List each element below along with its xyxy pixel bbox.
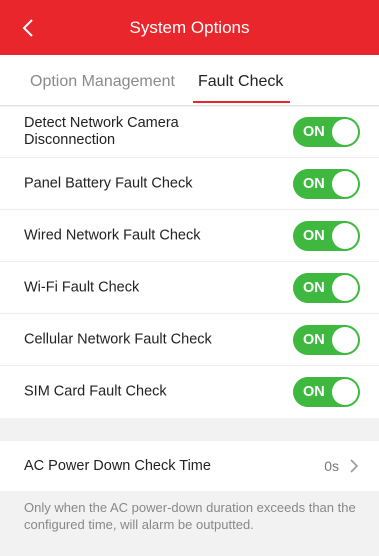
wired-network-toggle[interactable]: ON (293, 220, 360, 251)
camera-disconnection-toggle[interactable]: ON (293, 117, 360, 147)
list-item: Wi-Fi Fault Check ON (0, 262, 379, 314)
toggle-knob (332, 379, 358, 405)
fault-check-label: SIM Card Fault Check (24, 383, 167, 400)
list-item: Wired Network Fault Check ON (0, 210, 379, 262)
toggle-state-text: ON (303, 279, 325, 296)
cellular-network-toggle[interactable]: ON (293, 324, 360, 355)
header-bar: System Options (0, 0, 379, 55)
list-item: Panel Battery Fault Check ON (0, 158, 379, 210)
ac-power-value: 0s (324, 458, 339, 474)
fault-check-list: Detect Network Camera Disconnection ON P… (0, 107, 379, 418)
fault-check-label: Detect Network Camera Disconnection (24, 115, 179, 148)
tab-option-management[interactable]: Option Management (30, 55, 175, 105)
sim-card-toggle[interactable]: ON (293, 377, 360, 407)
active-tab-indicator (193, 101, 290, 103)
fault-check-label: Cellular Network Fault Check (24, 331, 212, 347)
toggle-knob (332, 274, 358, 301)
toggle-knob (332, 170, 358, 197)
wifi-fault-toggle[interactable]: ON (293, 272, 360, 303)
panel-battery-toggle[interactable]: ON (293, 168, 360, 199)
list-item: Cellular Network Fault Check ON (0, 314, 379, 366)
toggle-state-text: ON (303, 175, 325, 192)
ac-power-down-check-time-row[interactable]: AC Power Down Check Time 0s (0, 441, 379, 491)
fault-check-label: Wired Network Fault Check (24, 227, 201, 243)
toggle-knob (332, 326, 358, 353)
fault-check-label: Panel Battery Fault Check (24, 175, 193, 191)
toggle-knob (332, 119, 358, 145)
tab-bar: Option Management Fault Check (0, 55, 379, 106)
fault-check-label: Wi-Fi Fault Check (24, 279, 140, 295)
list-item: SIM Card Fault Check ON (0, 366, 379, 418)
tab-fault-check[interactable]: Fault Check (198, 55, 283, 105)
toggle-state-text: ON (303, 331, 325, 348)
chevron-left-icon (22, 18, 33, 37)
toggle-knob (332, 222, 358, 249)
toggle-state-text: ON (303, 124, 325, 140)
toggle-state-text: ON (303, 384, 325, 400)
back-button[interactable] (6, 0, 50, 55)
ac-power-label: AC Power Down Check Time (24, 458, 211, 474)
toggle-state-text: ON (303, 227, 325, 244)
list-item: Detect Network Camera Disconnection ON (0, 107, 379, 158)
chevron-right-icon (350, 459, 359, 473)
page-title: System Options (129, 18, 250, 37)
ac-power-note: Only when the AC power-down duration exc… (24, 500, 356, 532)
